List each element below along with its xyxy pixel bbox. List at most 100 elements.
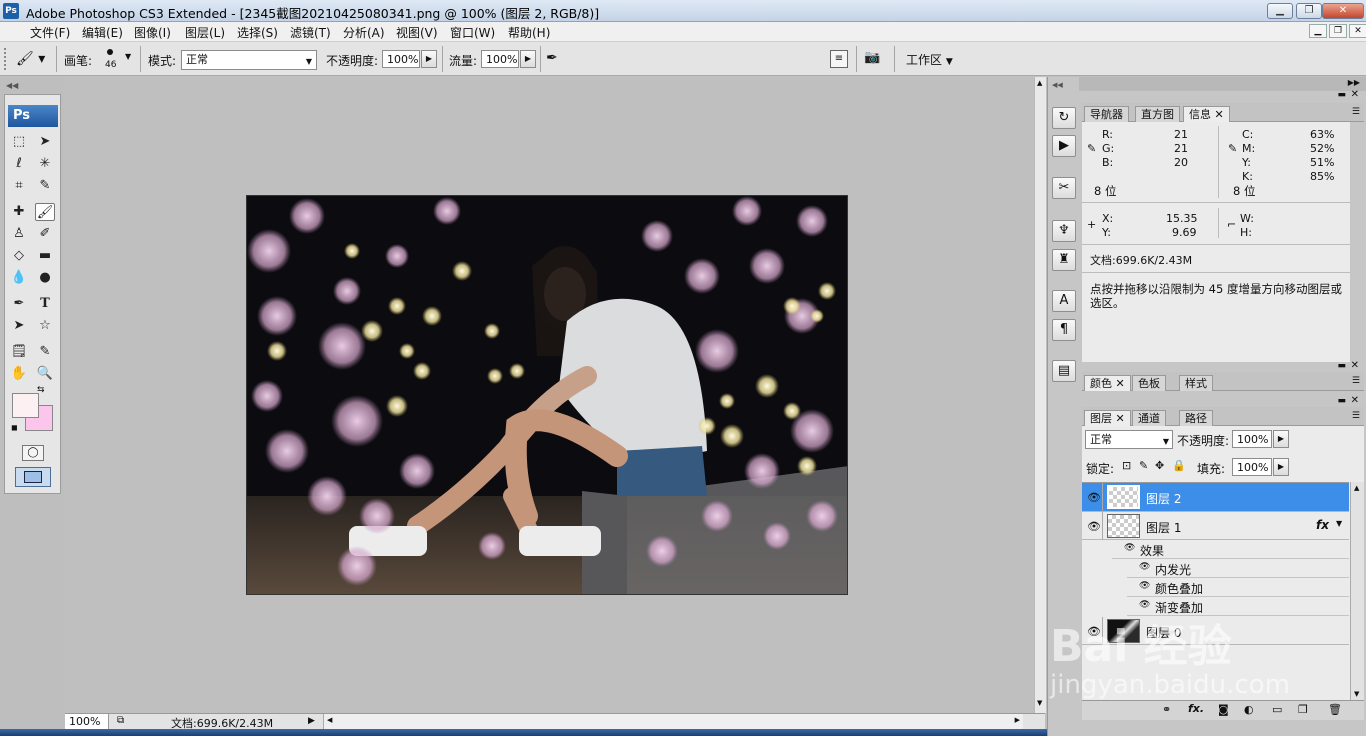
eraser-tool-icon[interactable]: ◇ <box>9 247 29 265</box>
vertical-scrollbar[interactable]: ▲ ▼ <box>1034 77 1046 713</box>
slice-tool-icon[interactable]: ✎ <box>35 177 55 195</box>
status-menu-arrow-icon[interactable]: ▶ <box>308 714 318 729</box>
color-panel-grip[interactable]: ▬ ✕ <box>1079 360 1366 372</box>
maximize-button[interactable]: ❐ <box>1296 3 1322 19</box>
character-panel-icon[interactable]: A <box>1052 290 1076 312</box>
menu-edit[interactable]: 编辑(E) <box>82 24 123 41</box>
layers-panel-grip[interactable]: ▬ ✕ <box>1079 395 1366 407</box>
pen-tool-icon[interactable]: ✒ <box>9 295 29 313</box>
panel-menu-icon[interactable]: ☰ <box>1352 107 1360 117</box>
tab-channels[interactable]: 通道 <box>1132 410 1166 426</box>
layer-name[interactable]: 图层 2 <box>1146 490 1181 507</box>
collapse-icon[interactable]: ◀◀ <box>6 81 18 90</box>
path-selection-tool-icon[interactable]: ➤ <box>9 317 29 335</box>
foreground-color-swatch[interactable] <box>12 393 39 418</box>
brush-tool-icon[interactable]: 🖌 <box>35 203 55 221</box>
airbrush-icon[interactable]: ✒ <box>546 50 568 70</box>
visibility-eye-icon[interactable]: 👁 <box>1139 562 1150 572</box>
effect-row[interactable]: 👁 颜色叠加 <box>1127 578 1349 597</box>
expand-icon[interactable]: ▶▶ <box>1348 78 1360 87</box>
tab-info[interactable]: 信息 ✕ <box>1183 106 1230 122</box>
scroll-left-icon[interactable]: ◀ <box>327 716 332 724</box>
new-group-icon[interactable]: ▭ <box>1272 703 1282 716</box>
ps-logo[interactable]: Ps <box>8 105 58 127</box>
collapse-icon[interactable]: ◀◀ <box>1052 81 1063 89</box>
opacity-slider-button[interactable]: ▶ <box>421 50 437 68</box>
healing-brush-tool-icon[interactable]: ✚ <box>9 203 29 221</box>
status-icon[interactable]: ⧉ <box>117 715 124 726</box>
link-layers-icon[interactable]: ⚭ <box>1162 703 1171 716</box>
horizontal-scrollbar[interactable]: ◀ ▶ <box>323 714 1023 729</box>
layer-opacity-slider[interactable]: ▶ <box>1273 430 1289 448</box>
panel-close-icon[interactable]: ✕ <box>1351 360 1359 371</box>
panel-menu-icon[interactable]: ☰ <box>1352 376 1360 386</box>
doc-close-button[interactable]: ✕ <box>1349 24 1366 38</box>
menu-help[interactable]: 帮助(H) <box>508 24 550 41</box>
brush-picker[interactable]: 46 ▼ <box>100 46 136 74</box>
visibility-eye-icon[interactable]: 👁 <box>1124 543 1135 553</box>
menu-filter[interactable]: 滤镜(T) <box>290 24 331 41</box>
eyedropper-tool-icon[interactable]: ✎ <box>35 343 55 361</box>
shape-tool-icon[interactable]: ☆ <box>35 317 55 335</box>
default-colors-icon[interactable]: ◼ <box>11 423 21 433</box>
zoom-level[interactable]: 100% <box>65 714 109 729</box>
delete-layer-icon[interactable]: 🗑 <box>1328 703 1342 716</box>
tools-preset-icon[interactable]: ✂ <box>1052 177 1076 199</box>
brush-preset-icon[interactable]: 🖌 ▾ <box>16 49 50 69</box>
effects-row[interactable]: 👁 效果 <box>1112 540 1349 559</box>
blur-tool-icon[interactable]: 💧 <box>9 269 29 287</box>
tab-navigator[interactable]: 导航器 <box>1084 106 1129 122</box>
tab-histogram[interactable]: 直方图 <box>1135 106 1180 122</box>
quick-mask-icon[interactable]: ◯ <box>22 445 44 461</box>
tab-styles[interactable]: 样式 <box>1179 375 1213 391</box>
expand-effects-icon[interactable]: ▼ <box>1336 519 1342 528</box>
add-mask-icon[interactable]: ◙ <box>1218 703 1229 716</box>
panel-close-icon[interactable]: ✕ <box>1351 89 1359 100</box>
history-panel-icon[interactable]: ↻ <box>1052 107 1076 129</box>
layer-comps-icon[interactable]: ▤ <box>1052 360 1076 382</box>
scroll-down-icon[interactable]: ▼ <box>1354 690 1359 698</box>
add-style-icon[interactable]: fx. <box>1188 702 1204 715</box>
close-icon[interactable]: ✕ <box>1116 377 1125 390</box>
hand-tool-icon[interactable]: ✋ <box>9 365 29 383</box>
visibility-eye-icon[interactable]: 👁 <box>1084 491 1104 504</box>
menu-layer[interactable]: 图层(L) <box>185 24 225 41</box>
menu-file[interactable]: 文件(F) <box>30 24 70 41</box>
opacity-input[interactable]: 100% <box>382 50 420 68</box>
scroll-up-icon[interactable]: ▲ <box>1037 79 1042 87</box>
scroll-up-icon[interactable]: ▲ <box>1354 484 1359 492</box>
close-button[interactable]: ✕ <box>1322 3 1364 19</box>
screen-mode-icon[interactable] <box>15 467 51 487</box>
visibility-eye-icon[interactable]: 👁 <box>1084 520 1104 533</box>
effect-row[interactable]: 👁 渐变叠加 <box>1127 597 1349 616</box>
panel-minimize-icon[interactable]: ▬ <box>1337 396 1346 406</box>
effect-row[interactable]: 👁 内发光 <box>1127 559 1349 578</box>
fx-icon[interactable]: fx <box>1316 518 1329 532</box>
close-icon[interactable]: ✕ <box>1116 412 1125 425</box>
flow-slider-button[interactable]: ▶ <box>520 50 536 68</box>
menu-select[interactable]: 选择(S) <box>237 24 278 41</box>
visibility-eye-icon[interactable]: 👁 <box>1084 625 1104 638</box>
gradient-tool-icon[interactable]: ▬ <box>35 247 55 265</box>
lock-pixels-icon[interactable]: ✎ <box>1139 459 1148 472</box>
dodge-tool-icon[interactable]: ● <box>35 269 55 287</box>
scroll-right-icon[interactable]: ▶ <box>1015 716 1020 724</box>
new-layer-icon[interactable]: ❐ <box>1298 703 1308 716</box>
panel-minimize-icon[interactable]: ▬ <box>1337 361 1346 371</box>
layers-scrollbar[interactable]: ▲ ▼ <box>1350 482 1364 704</box>
magic-wand-tool-icon[interactable]: ✳ <box>35 155 55 173</box>
panel-menu-icon[interactable]: ☰ <box>1352 411 1360 421</box>
adjustment-layer-icon[interactable]: ◐ <box>1244 703 1254 716</box>
minimize-button[interactable]: ▁ <box>1267 3 1293 19</box>
history-brush-tool-icon[interactable]: ✐ <box>35 225 55 243</box>
panel-close-icon[interactable]: ✕ <box>1351 395 1359 406</box>
type-tool-icon[interactable]: T <box>35 295 55 313</box>
actions-panel-icon[interactable]: ▶ <box>1052 135 1076 157</box>
menu-view[interactable]: 视图(V) <box>396 24 438 41</box>
clone-stamp-tool-icon[interactable]: ♙ <box>9 225 29 243</box>
zoom-tool-icon[interactable]: 🔍 <box>35 365 55 383</box>
menu-analysis[interactable]: 分析(A) <box>343 24 385 41</box>
layer-row[interactable]: 👁 图层 2 <box>1082 483 1349 512</box>
tab-paths[interactable]: 路径 <box>1179 410 1213 426</box>
layer-opacity-input[interactable]: 100% <box>1232 430 1272 448</box>
